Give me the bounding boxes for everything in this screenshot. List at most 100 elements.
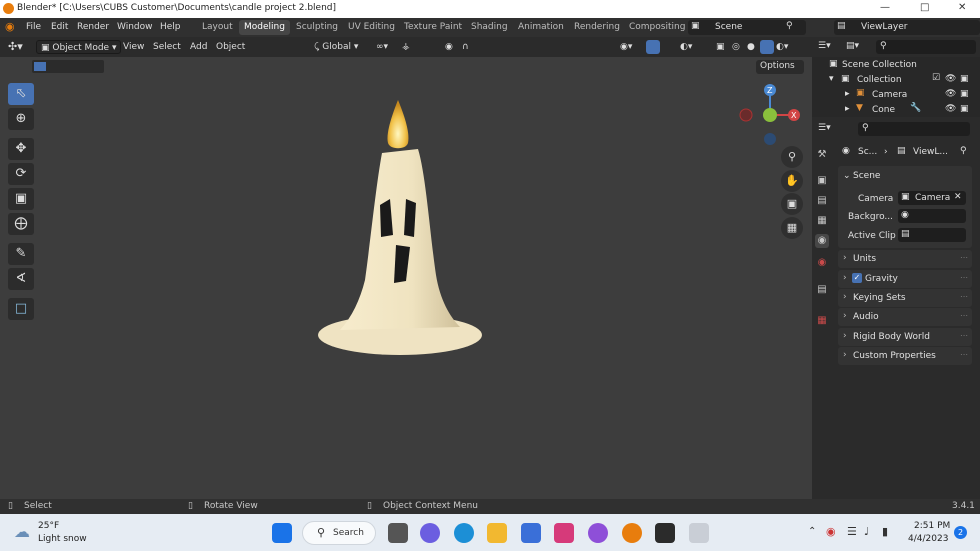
expand-camera-icon[interactable]: ▸ [845, 89, 850, 99]
pivot-icon[interactable]: ∞▾ [376, 40, 388, 54]
paint-app-icon[interactable] [588, 523, 608, 543]
volume-icon[interactable]: ♩ [864, 525, 869, 538]
outliner-camera-label[interactable]: Camera [872, 90, 907, 100]
tab-compositing[interactable]: Compositing [629, 22, 685, 32]
tray-app-icon[interactable]: ◉ [826, 525, 836, 538]
custom-properties-panel[interactable]: › Custom Properties ⋯ [838, 347, 972, 365]
clear-camera-icon[interactable]: ✕ [954, 192, 962, 202]
task-view-icon[interactable] [388, 523, 408, 543]
file-explorer-icon[interactable] [487, 523, 507, 543]
drag-grip-icon[interactable]: ⋯ [960, 292, 968, 301]
gravity-checkbox[interactable]: ✓ [852, 273, 862, 283]
select-new-icon[interactable] [34, 62, 46, 71]
solid-shading-icon[interactable]: ● [747, 40, 755, 54]
outliner-filter-icon[interactable]: ▤▾ [846, 41, 859, 51]
options-button[interactable]: Options [756, 60, 804, 74]
cone-render-icon[interactable]: ▣ [960, 104, 969, 114]
rigid-body-world-panel[interactable]: › Rigid Body World ⋯ [838, 328, 972, 346]
proportional-edit-icon[interactable]: ◉ [445, 40, 453, 54]
properties-pin-icon[interactable]: ⚲ [960, 146, 967, 156]
cursor-tool[interactable]: ⊕ [8, 108, 34, 130]
notification-badge[interactable]: 2 [954, 526, 967, 539]
overlay-icon[interactable]: ◐▾ [680, 40, 692, 54]
collection-checkbox[interactable]: ☑ [932, 73, 940, 83]
annotate-tool[interactable]: ✎ [8, 243, 34, 265]
tool-tab-icon[interactable]: ⚒ [815, 148, 829, 162]
measure-tool[interactable]: ∢ [8, 268, 34, 290]
minimize-icon[interactable]: — [880, 2, 890, 13]
camera-visibility-icon[interactable]: 👁 [945, 89, 956, 99]
expand-cone-icon[interactable]: ▸ [845, 104, 850, 114]
tab-animation[interactable]: Animation [518, 22, 564, 32]
outliner-root-label[interactable]: Scene Collection [842, 60, 917, 70]
camera-field[interactable]: ▣ Camera ✕ [898, 191, 966, 205]
wifi-icon[interactable]: ☰ [847, 525, 857, 538]
pan-hand-icon[interactable]: ✋ [781, 170, 803, 192]
outliner-cone-label[interactable]: Cone [872, 105, 895, 115]
mode-dropdown[interactable]: ▣ Object Mode ▾ [36, 40, 122, 54]
weather-description[interactable]: Light snow [38, 534, 87, 544]
drag-grip-icon[interactable]: ⋯ [960, 311, 968, 320]
edge-browser-icon[interactable] [454, 523, 474, 543]
drag-grip-icon[interactable]: ⋯ [960, 273, 968, 282]
weather-temperature[interactable]: 25°F [38, 521, 59, 531]
move-tool[interactable]: ✥ [8, 138, 34, 160]
collection-tab-icon[interactable]: ▤ [815, 283, 829, 297]
weather-cloud-icon[interactable]: ☁ [14, 522, 30, 541]
viewport-menu-view[interactable]: View [123, 40, 144, 54]
viewport-menu-object[interactable]: Object [216, 40, 245, 54]
view-layer-tab-icon[interactable]: ▦ [815, 214, 829, 228]
terminal-icon[interactable] [655, 523, 675, 543]
texture-tab-icon[interactable]: ▦ [815, 314, 829, 328]
windows-start-icon[interactable] [272, 523, 292, 543]
snap-icon[interactable]: ⚶ [402, 40, 410, 54]
collection-visibility-icon[interactable]: 👁 [945, 74, 956, 84]
blender-taskbar-icon[interactable] [622, 523, 642, 543]
transform-tool[interactable]: ⨁ [8, 213, 34, 235]
audio-panel[interactable]: › Audio ⋯ [838, 308, 972, 326]
navigation-gizmo[interactable]: Z X [736, 82, 806, 148]
keying-sets-panel[interactable]: › Keying Sets ⋯ [838, 289, 972, 307]
snipping-tool-icon[interactable] [689, 523, 709, 543]
scene-selector[interactable]: ▣ Scene ⚲ [688, 20, 806, 35]
tray-overflow-icon[interactable]: ⌃ [808, 526, 816, 537]
menu-help[interactable]: Help [160, 22, 181, 32]
collection-render-icon[interactable]: ▣ [960, 74, 969, 84]
cone-visibility-icon[interactable]: 👁 [945, 104, 956, 114]
taskbar-search-box[interactable]: ⚲ Search [302, 521, 376, 545]
creative-cloud-icon[interactable] [554, 523, 574, 543]
active-clip-field[interactable]: ▤ [898, 228, 966, 242]
drag-grip-icon[interactable]: ⋯ [960, 331, 968, 340]
transform-orientation-dropdown[interactable]: ⤹ Global ▾ [314, 40, 358, 54]
menu-file[interactable]: File [26, 22, 41, 32]
microsoft-store-icon[interactable] [521, 523, 541, 543]
add-cube-tool[interactable]: □ [8, 298, 34, 320]
clock-time[interactable]: 2:51 PM [914, 521, 950, 531]
tab-rendering[interactable]: Rendering [574, 22, 620, 32]
tab-uv-editing[interactable]: UV Editing [348, 22, 395, 32]
pin-icon[interactable]: ⚲ [786, 21, 793, 31]
selection-mode-buttons[interactable] [32, 60, 104, 73]
outliner-editor-icon[interactable]: ☰▾ [818, 41, 831, 51]
outliner-search-input[interactable]: ⚲ [876, 40, 976, 54]
drag-grip-icon[interactable]: ⋯ [960, 253, 968, 262]
candle-model[interactable] [310, 95, 490, 365]
render-tab-icon[interactable]: ▣ [815, 174, 829, 188]
falloff-icon[interactable]: ∩ [462, 40, 469, 54]
wireframe-shading-icon[interactable]: ◎ [732, 40, 740, 54]
grid-view-icon[interactable]: ▦ [781, 217, 803, 239]
gravity-panel[interactable]: › ✓ Gravity ⋯ [838, 270, 972, 288]
tab-layout[interactable]: Layout [202, 22, 233, 32]
rotate-tool[interactable]: ⟳ [8, 163, 34, 185]
drag-grip-icon[interactable]: ⋯ [960, 350, 968, 359]
properties-editor-icon[interactable]: ☰▾ [818, 123, 831, 133]
scale-tool[interactable]: ▣ [8, 188, 34, 210]
background-field[interactable]: ◉ [898, 209, 966, 223]
editor-type-icon[interactable]: ✣▾ [8, 40, 23, 54]
rendered-shading-icon[interactable]: ◐▾ [776, 40, 788, 54]
clock-date[interactable]: 4/4/2023 [908, 534, 948, 544]
expand-collection-icon[interactable]: ▾ [829, 74, 834, 84]
scene-panel-chevron-icon[interactable]: ⌄ [843, 171, 851, 181]
output-tab-icon[interactable]: ▤ [815, 194, 829, 208]
material-shading-icon[interactable] [760, 40, 774, 54]
